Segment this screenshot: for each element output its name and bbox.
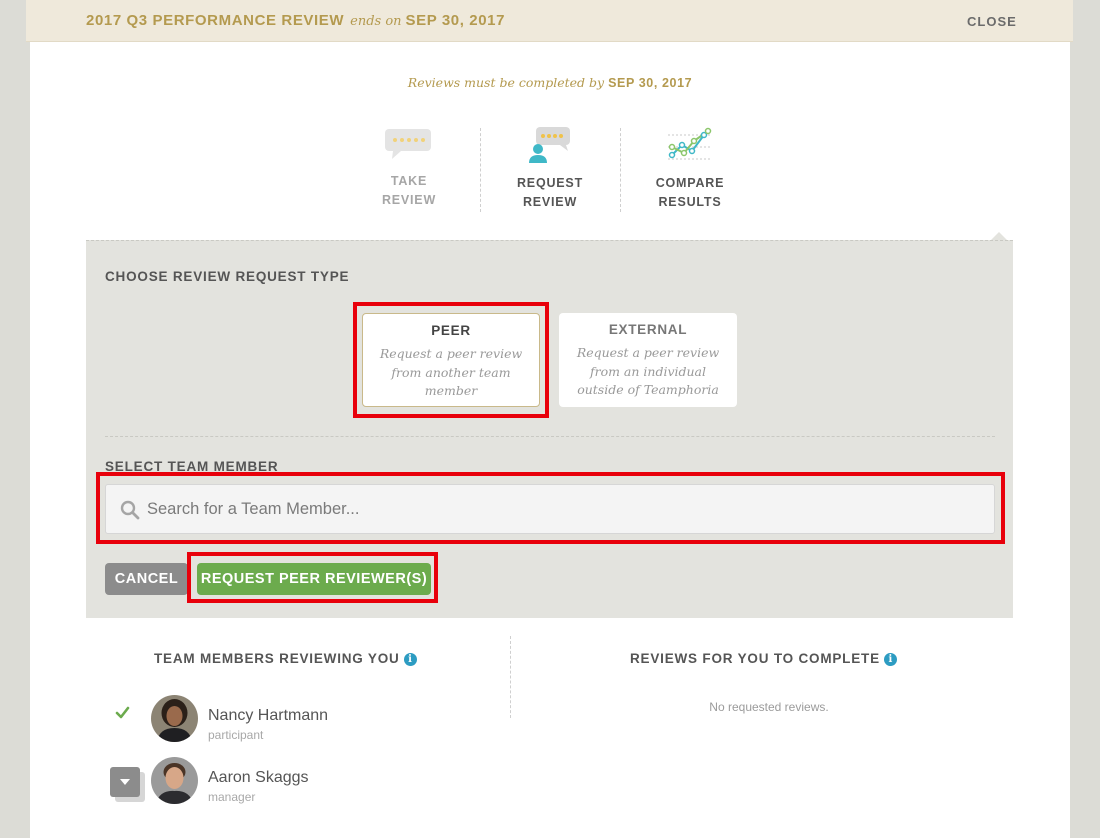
member-role: participant [208, 728, 264, 742]
step-compare-results[interactable]: COMPARE RESULTS [630, 125, 750, 212]
step-compare-line1: COMPARE [655, 176, 725, 190]
external-type-card[interactable]: EXTERNAL Request a peer review from an i… [559, 313, 737, 407]
external-desc-line: outside of Teamphoria [577, 382, 719, 397]
team-member-search-input[interactable]: Search for a Team Member... [105, 484, 995, 534]
info-icon[interactable]: i [883, 653, 897, 666]
select-member-heading: SELECT TEAM MEMBER [105, 459, 279, 474]
review-end-date: SEP 30, 2017 [405, 12, 506, 29]
peer-type-card[interactable]: PEER Request a peer review from another … [362, 313, 540, 407]
chevron-down-icon [120, 779, 130, 785]
review-header-bar: 2017 Q3 PERFORMANCE REVIEW ends on SEP 30,… [26, 0, 1073, 42]
member-options-dropdown[interactable] [110, 767, 140, 797]
external-desc-line: from an individual [589, 363, 707, 379]
peer-desc-line: from another team [391, 364, 511, 380]
step-request-review[interactable]: REQUEST REVIEW [490, 125, 610, 212]
to-complete-heading: REVIEWS FOR YOU TO COMPLETE i [630, 651, 897, 666]
step-compare-line2: RESULTS [658, 195, 722, 209]
step-request-line2: REVIEW [522, 195, 578, 209]
search-placeholder: Search for a Team Member... [147, 500, 360, 518]
request-peer-reviewers-button[interactable]: REQUEST PEER REVIEWER(S) [197, 563, 431, 595]
step-take-line2: REVIEW [381, 193, 437, 207]
deadline-date: SEP 30, 2017 [608, 76, 693, 90]
member-name: Nancy Hartmann [208, 707, 329, 724]
avatar[interactable] [151, 757, 198, 804]
peer-type-description: Request a peer review from another team … [363, 345, 539, 401]
peer-type-title: PEER [431, 323, 471, 338]
choose-type-heading: CHOOSE REVIEW REQUEST TYPE [105, 269, 350, 284]
info-icon[interactable]: i [403, 653, 417, 666]
step-request-line1: REQUEST [516, 176, 584, 190]
review-title: 2017 Q3 PERFORMANCE REVIEW ends on SEP 30,… [86, 12, 505, 29]
search-icon [120, 500, 140, 520]
person-stars-icon [529, 127, 570, 163]
deadline-notice: Reviews must be completed by SEP 30, 2017 [0, 75, 1100, 90]
no-reviews-text: No requested reviews. [709, 700, 829, 714]
external-type-description: Request a peer review from an individual… [559, 344, 737, 400]
column-divider [510, 636, 511, 718]
step-divider [480, 128, 481, 212]
close-button[interactable]: CLOSE [967, 14, 1017, 29]
deadline-text: Reviews must be completed by [407, 75, 605, 90]
panel-divider [105, 436, 995, 437]
speech-bubble-stars-icon [385, 129, 431, 159]
peer-desc-line: Request a peer review [379, 346, 523, 361]
reviewing-you-heading: TEAM MEMBERS REVIEWING YOU i [154, 651, 417, 666]
member-role: manager [208, 790, 256, 804]
reviewing-you-title: TEAM MEMBERS REVIEWING YOU [154, 651, 400, 666]
avatar[interactable] [151, 695, 198, 742]
request-review-panel [86, 240, 1013, 618]
review-name: 2017 Q3 PERFORMANCE REVIEW [86, 12, 345, 29]
peer-desc-line: member [424, 383, 478, 398]
step-take-line1: TAKE [390, 174, 428, 188]
ends-on-label: ends on [350, 14, 402, 29]
step-take-review[interactable]: TAKE REVIEW [349, 125, 469, 210]
external-type-title: EXTERNAL [608, 322, 688, 337]
member-name: Aaron Skaggs [208, 769, 309, 786]
cancel-button[interactable]: CANCEL [105, 563, 188, 595]
check-icon [115, 706, 130, 719]
line-graph-icon [668, 127, 712, 160]
external-desc-line: Request a peer review [576, 345, 720, 360]
step-divider [620, 128, 621, 212]
to-complete-title: REVIEWS FOR YOU TO COMPLETE [630, 651, 880, 666]
